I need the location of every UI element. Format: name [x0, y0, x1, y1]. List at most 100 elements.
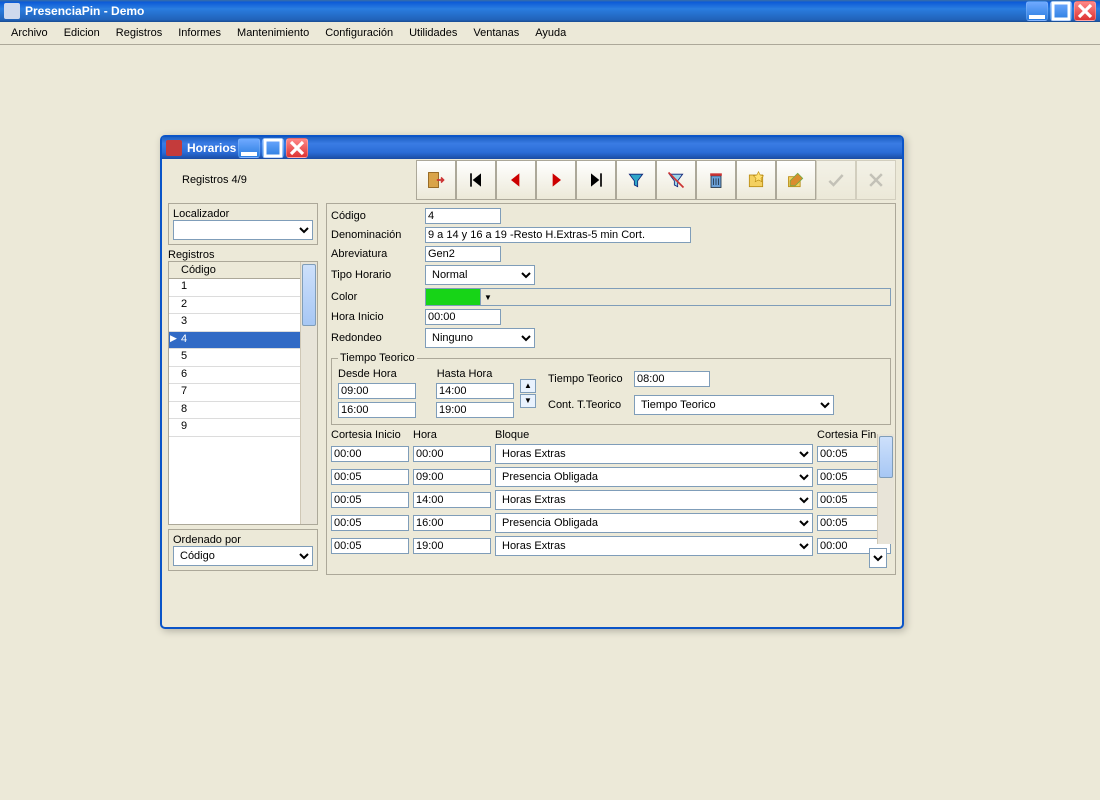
cortesia-inicio-field[interactable] — [331, 515, 409, 531]
menu-ventanas[interactable]: Ventanas — [466, 25, 526, 41]
menu-registros[interactable]: Registros — [109, 25, 169, 41]
next-icon[interactable] — [536, 160, 576, 200]
list-item[interactable]: 6 — [169, 367, 300, 385]
table-row: Horas Extras — [331, 444, 891, 464]
app-icon — [4, 3, 20, 19]
bloque-select[interactable]: Presencia Obligada — [495, 467, 813, 487]
delete-icon[interactable] — [696, 160, 736, 200]
new-icon[interactable] — [736, 160, 776, 200]
close-button[interactable] — [1074, 1, 1096, 21]
list-item[interactable]: 5 — [169, 349, 300, 367]
hora-inicio-field[interactable] — [425, 309, 501, 325]
clear-filter-icon[interactable] — [656, 160, 696, 200]
hora-field[interactable] — [413, 515, 491, 531]
bloque-select[interactable]: Horas Extras — [495, 444, 813, 464]
dialog-minimize-button[interactable] — [238, 138, 260, 158]
list-item[interactable]: 8 — [169, 402, 300, 420]
menu-archivo[interactable]: Archivo — [4, 25, 55, 41]
tipo-select[interactable]: Normal — [425, 265, 535, 285]
menu-mantenimiento[interactable]: Mantenimiento — [230, 25, 316, 41]
prev-icon[interactable] — [496, 160, 536, 200]
list-item[interactable]: 7 — [169, 384, 300, 402]
table-scrollbar[interactable] — [877, 434, 894, 544]
minimize-button[interactable] — [1026, 1, 1048, 21]
desde-2[interactable] — [338, 402, 416, 418]
tipo-label: Tipo Horario — [331, 269, 421, 281]
table-row: Presencia Obligada — [331, 467, 891, 487]
list-item[interactable]: 1 — [169, 279, 300, 297]
table-row: Presencia Obligada — [331, 513, 891, 533]
list-item[interactable]: 3 — [169, 314, 300, 332]
denominacion-label: Denominación — [331, 229, 421, 241]
table-row: Horas Extras — [331, 490, 891, 510]
hora-field[interactable] — [413, 492, 491, 508]
first-icon[interactable] — [456, 160, 496, 200]
ordenado-label: Ordenado por — [173, 534, 313, 546]
record-counter: Registros 4/9 — [168, 170, 261, 190]
app-titlebar: PresenciaPin - Demo — [0, 0, 1100, 22]
abreviatura-field[interactable] — [425, 246, 501, 262]
filter-icon[interactable] — [616, 160, 656, 200]
color-picker[interactable]: ▼ — [425, 288, 891, 306]
bloque-select[interactable]: Horas Extras — [495, 536, 813, 556]
hora-inicio-label: Hora Inicio — [331, 311, 421, 323]
dialog-close-button[interactable] — [286, 138, 308, 158]
menu-informes[interactable]: Informes — [171, 25, 228, 41]
hasta-1[interactable] — [436, 383, 514, 399]
dialog-icon — [166, 140, 182, 156]
list-item[interactable]: 2 — [169, 297, 300, 315]
menu-ayuda[interactable]: Ayuda — [528, 25, 573, 41]
denominacion-field[interactable] — [425, 227, 691, 243]
desde-1[interactable] — [338, 383, 416, 399]
menu-configuración[interactable]: Configuración — [318, 25, 400, 41]
dialog-titlebar: Horarios — [162, 137, 902, 159]
codigo-label: Código — [331, 210, 421, 222]
bloque-select[interactable]: Horas Extras — [495, 490, 813, 510]
edit-icon[interactable] — [776, 160, 816, 200]
redondeo-label: Redondeo — [331, 332, 421, 344]
bloque-select[interactable]: Presencia Obligada — [495, 513, 813, 533]
horarios-dialog: Horarios Registros 4/9 Localizador Regis… — [160, 135, 904, 629]
localizador-select[interactable] — [173, 220, 313, 240]
menu-edicion[interactable]: Edicion — [57, 25, 107, 41]
confirm-icon — [816, 160, 856, 200]
cont-label: Cont. T.Teorico — [548, 399, 628, 411]
th-hora: Hora — [413, 429, 491, 441]
tiempo-spinner[interactable]: ▲▼ — [520, 379, 536, 408]
cortesia-inicio-field[interactable] — [331, 469, 409, 485]
tt-value[interactable] — [634, 371, 710, 387]
codigo-field[interactable] — [425, 208, 501, 224]
registros-list[interactable]: Código 123456789 — [168, 261, 318, 525]
last-icon[interactable] — [576, 160, 616, 200]
hasta-2[interactable] — [436, 402, 514, 418]
bloques-table: Cortesia Inicio Hora Bloque Cortesia Fin… — [331, 429, 891, 556]
menubar: ArchivoEdicionRegistrosInformesMantenimi… — [0, 22, 1100, 45]
registros-label: Registros — [168, 249, 318, 261]
menu-utilidades[interactable]: Utilidades — [402, 25, 464, 41]
list-scrollbar[interactable] — [300, 262, 317, 524]
list-header[interactable]: Código — [169, 262, 300, 279]
cancel-icon — [856, 160, 896, 200]
color-label: Color — [331, 291, 421, 303]
hora-field[interactable] — [413, 538, 491, 554]
th-cortesia-inicio: Cortesia Inicio — [331, 429, 409, 441]
dialog-maximize-button[interactable] — [262, 138, 284, 158]
desde-label: Desde Hora — [338, 368, 397, 380]
tt-label: Tiempo Teorico — [548, 373, 628, 385]
redondeo-select[interactable]: Ninguno — [425, 328, 535, 348]
bottom-select[interactable] — [869, 548, 887, 568]
tiempo-legend: Tiempo Teorico — [338, 352, 417, 364]
toolbar — [416, 160, 896, 200]
cortesia-inicio-field[interactable] — [331, 446, 409, 462]
hora-field[interactable] — [413, 469, 491, 485]
hora-field[interactable] — [413, 446, 491, 462]
cortesia-inicio-field[interactable] — [331, 538, 409, 554]
cortesia-inicio-field[interactable] — [331, 492, 409, 508]
list-item[interactable]: 4 — [169, 332, 300, 350]
ordenado-select[interactable]: Código — [173, 546, 313, 566]
exit-icon[interactable] — [416, 160, 456, 200]
list-item[interactable]: 9 — [169, 419, 300, 437]
maximize-button[interactable] — [1050, 1, 1072, 21]
localizador-label: Localizador — [173, 208, 313, 220]
cont-select[interactable]: Tiempo Teorico — [634, 395, 834, 415]
